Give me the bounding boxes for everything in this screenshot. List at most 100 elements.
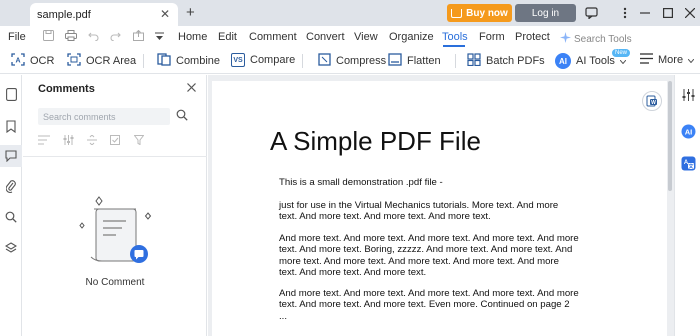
close-panel-icon[interactable] — [187, 81, 196, 95]
menu-organize[interactable]: Organize — [389, 31, 434, 43]
buy-now-button[interactable]: Buy now — [447, 4, 512, 22]
menu-home[interactable]: Home — [178, 31, 207, 43]
check-icon[interactable] — [110, 135, 121, 148]
menu-tools[interactable]: Tools — [442, 31, 468, 43]
comment-panel-icon[interactable] — [4, 149, 18, 163]
print-icon[interactable] — [65, 30, 77, 44]
pdf-page[interactable]: A Simple PDF File This is a small demons… — [212, 81, 667, 336]
search-icon[interactable] — [4, 210, 18, 224]
left-sidebar-rail — [0, 75, 22, 336]
toolbar-divider — [302, 54, 303, 68]
properties-icon[interactable] — [680, 87, 696, 103]
new-badge: New — [612, 49, 631, 57]
minimize-icon[interactable] — [635, 3, 655, 23]
search-tools[interactable]: Search Tools — [560, 32, 632, 46]
flatten-label: Flatten — [407, 55, 441, 67]
search-icon[interactable] — [176, 109, 188, 124]
ocr-label: OCR — [30, 55, 55, 67]
flatten-button[interactable]: Flatten — [388, 53, 441, 69]
undo-icon[interactable] — [88, 30, 99, 44]
ocr-area-button[interactable]: OCR Area — [67, 53, 136, 69]
search-tools-placeholder: Search Tools — [574, 33, 632, 45]
redo-icon[interactable] — [110, 30, 121, 44]
new-tab-button[interactable]: + — [186, 4, 195, 21]
svg-text:AI: AI — [684, 127, 692, 136]
more-label: More — [658, 54, 684, 66]
ocr-area-label: OCR Area — [86, 55, 137, 67]
compress-button[interactable]: Compress — [318, 53, 386, 69]
document-paragraph: And more text. And more text. And more t… — [279, 233, 579, 278]
word-convert-icon[interactable]: W — [642, 91, 662, 111]
batch-label: Batch PDFs — [486, 55, 545, 67]
panel-title: Comments — [38, 83, 95, 95]
feedback-icon[interactable] — [581, 3, 601, 23]
document-viewer[interactable]: A Simple PDF File This is a small demons… — [208, 75, 674, 336]
active-menu-indicator — [443, 45, 465, 47]
menu-form[interactable]: Form — [479, 31, 505, 43]
menu-protect[interactable]: Protect — [515, 31, 550, 43]
attachment-icon[interactable] — [4, 179, 18, 193]
flatten-icon — [388, 53, 402, 69]
ai-icon: AI — [555, 53, 571, 69]
ai-tools-label: AI Tools — [576, 55, 615, 67]
maximize-icon[interactable] — [658, 3, 678, 23]
login-button[interactable]: Log in — [515, 4, 576, 22]
chevron-down-icon — [687, 54, 695, 66]
layers-icon[interactable] — [4, 241, 18, 255]
compress-icon — [318, 53, 331, 69]
tools-toolbar: A OCR OCR Area Combine VS Compare Compre… — [0, 48, 700, 74]
ocr-area-icon — [67, 53, 81, 69]
combine-button[interactable]: Combine — [157, 53, 220, 69]
ocr-icon: A — [11, 53, 25, 69]
menu-comment[interactable]: Comment — [249, 31, 297, 43]
buy-now-label: Buy now — [466, 7, 508, 19]
batch-pdfs-button[interactable]: Batch PDFs — [467, 53, 545, 69]
page-thumbnail-icon[interactable] — [4, 87, 18, 101]
document-paragraph: This is a small demonstration .pdf file … — [279, 177, 443, 188]
kebab-menu-icon[interactable] — [615, 3, 635, 23]
toolbar-divider — [143, 54, 144, 68]
combine-label: Combine — [176, 55, 221, 67]
close-tab-icon[interactable]: ✕ — [160, 7, 170, 21]
adjust-icon[interactable] — [63, 135, 74, 148]
svg-text:A: A — [15, 58, 20, 65]
quick-access-dropdown-icon[interactable] — [155, 30, 164, 44]
combine-icon — [157, 53, 171, 69]
svg-text:W: W — [651, 100, 656, 106]
menu-file[interactable]: File — [8, 31, 26, 43]
empty-comments-illustration — [78, 195, 158, 275]
more-button[interactable]: More — [640, 53, 695, 67]
sparkle-icon — [560, 32, 571, 46]
ai-assistant-icon[interactable]: AI — [680, 123, 696, 139]
title-bar: sample.pdf ✕ + Buy now Log in — [0, 0, 700, 26]
document-paragraph: just for use in the Virtual Mechanics tu… — [279, 200, 559, 223]
menu-convert[interactable]: Convert — [306, 31, 345, 43]
right-sidebar-rail: AI A文 — [674, 75, 700, 336]
compare-button[interactable]: VS Compare — [231, 53, 295, 67]
expand-icon[interactable] — [87, 134, 97, 148]
search-comments-input[interactable] — [38, 108, 170, 125]
compare-icon: VS — [231, 53, 245, 67]
bookmark-icon[interactable] — [4, 119, 18, 133]
batch-icon — [467, 53, 481, 69]
more-icon — [640, 53, 653, 67]
tab-label: sample.pdf — [37, 9, 91, 21]
document-title: A Simple PDF File — [270, 126, 481, 156]
share-icon[interactable] — [133, 29, 144, 44]
vertical-scrollbar[interactable] — [668, 81, 672, 191]
panel-divider — [23, 156, 207, 157]
sort-icon[interactable] — [38, 135, 50, 148]
empty-state-text: No Comment — [85, 277, 145, 288]
filter-icon[interactable] — [133, 135, 145, 148]
menu-bar: File Home Edit Comment Convert View Orga… — [0, 26, 700, 48]
save-icon[interactable] — [43, 30, 54, 44]
ocr-button[interactable]: A OCR — [11, 53, 54, 69]
close-window-icon[interactable] — [680, 3, 700, 23]
menu-view[interactable]: View — [354, 31, 378, 43]
filter-toolbar — [38, 134, 145, 148]
translate-icon[interactable]: A文 — [680, 155, 696, 171]
document-tab[interactable]: sample.pdf ✕ — [30, 3, 178, 26]
compress-label: Compress — [336, 55, 387, 67]
menu-edit[interactable]: Edit — [218, 31, 237, 43]
login-label: Log in — [531, 7, 560, 19]
